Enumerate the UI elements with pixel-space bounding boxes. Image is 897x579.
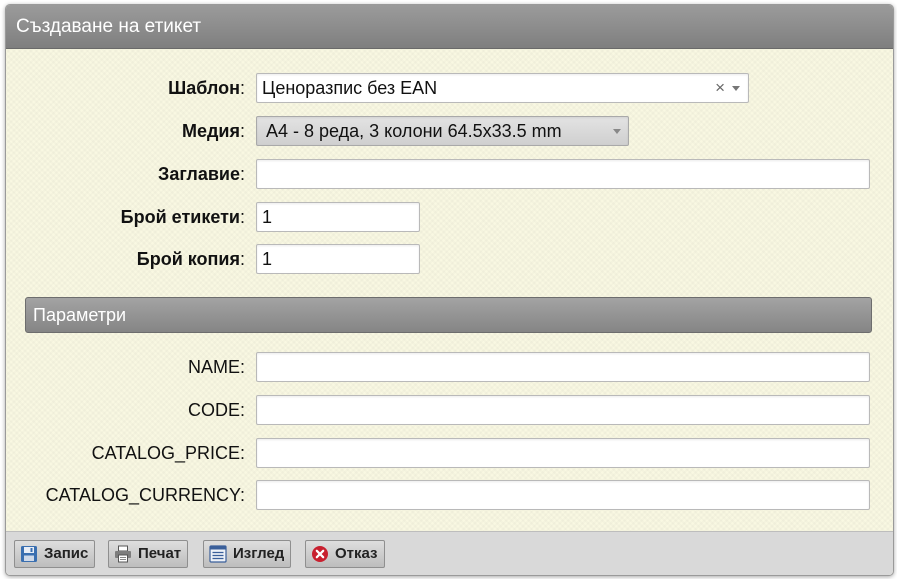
- copies-row: Брой копия: 1: [6, 244, 893, 274]
- param-input-code[interactable]: [256, 395, 870, 425]
- param-row-code: CODE:: [6, 395, 893, 425]
- floppy-disk-icon: [21, 546, 37, 562]
- template-select[interactable]: Ценоразпис без EAN ×: [256, 73, 749, 103]
- param-input-name[interactable]: [256, 352, 870, 382]
- param-label-catalog-currency: CATALOG_CURRENCY: [45, 485, 240, 505]
- media-label: Медия: [181, 121, 240, 141]
- dialog-title: Създаване на етикет: [6, 5, 893, 49]
- save-button-label: Запис: [44, 545, 89, 562]
- param-input-catalog-currency[interactable]: [256, 480, 870, 510]
- title-row: Заглавие:: [6, 159, 893, 189]
- media-value: A4 - 8 реда, 3 колони 64.5x33.5 mm: [266, 121, 562, 141]
- create-label-dialog: Създаване на етикет Шаблон: Ценоразпис б…: [5, 4, 894, 576]
- template-label: Шаблон: [168, 78, 240, 98]
- parameters-header: Параметри: [25, 297, 872, 333]
- title-input[interactable]: [256, 159, 870, 189]
- param-label-catalog-price: CATALOG_PRICE: [91, 443, 240, 463]
- dialog-body: Шаблон: Ценоразпис без EAN × Медия: A4 -…: [6, 49, 893, 531]
- chevron-down-icon[interactable]: [732, 86, 740, 91]
- copies-label: Брой копия: [136, 249, 240, 269]
- label-count-label: Брой етикети: [120, 207, 240, 227]
- label-count-input[interactable]: 1: [256, 202, 420, 232]
- param-row-catalog-currency: CATALOG_CURRENCY:: [6, 480, 893, 510]
- list-view-icon: [209, 545, 227, 563]
- param-row-name: NAME:: [6, 352, 893, 382]
- clear-icon[interactable]: ×: [715, 74, 725, 102]
- param-label-code: CODE: [187, 400, 240, 420]
- template-row: Шаблон: Ценоразпис без EAN ×: [6, 73, 893, 103]
- copies-input[interactable]: 1: [256, 244, 420, 274]
- cancel-button[interactable]: Отказ: [305, 540, 385, 568]
- cancel-x-icon: [312, 546, 328, 562]
- preview-button[interactable]: Изглед: [203, 540, 292, 568]
- label-count-row: Брой етикети: 1: [6, 202, 893, 232]
- media-select[interactable]: A4 - 8 реда, 3 колони 64.5x33.5 mm: [256, 116, 629, 146]
- save-button[interactable]: Запис: [14, 540, 96, 568]
- printer-icon: [115, 545, 131, 563]
- cancel-button-label: Отказ: [335, 545, 378, 562]
- title-label: Заглавие: [158, 164, 240, 184]
- param-label-name: NAME: [187, 357, 240, 377]
- print-button[interactable]: Печат: [108, 540, 189, 568]
- dialog-footer: Запис Печат Изглед Отказ: [6, 531, 893, 575]
- media-row: Медия: A4 - 8 реда, 3 колони 64.5x33.5 m…: [6, 116, 893, 146]
- print-button-label: Печат: [138, 545, 182, 562]
- preview-button-label: Изглед: [233, 545, 285, 562]
- template-value: Ценоразпис без EAN: [262, 78, 438, 98]
- chevron-down-icon[interactable]: [613, 129, 621, 134]
- param-row-catalog-price: CATALOG_PRICE:: [6, 438, 893, 468]
- param-input-catalog-price[interactable]: [256, 438, 870, 468]
